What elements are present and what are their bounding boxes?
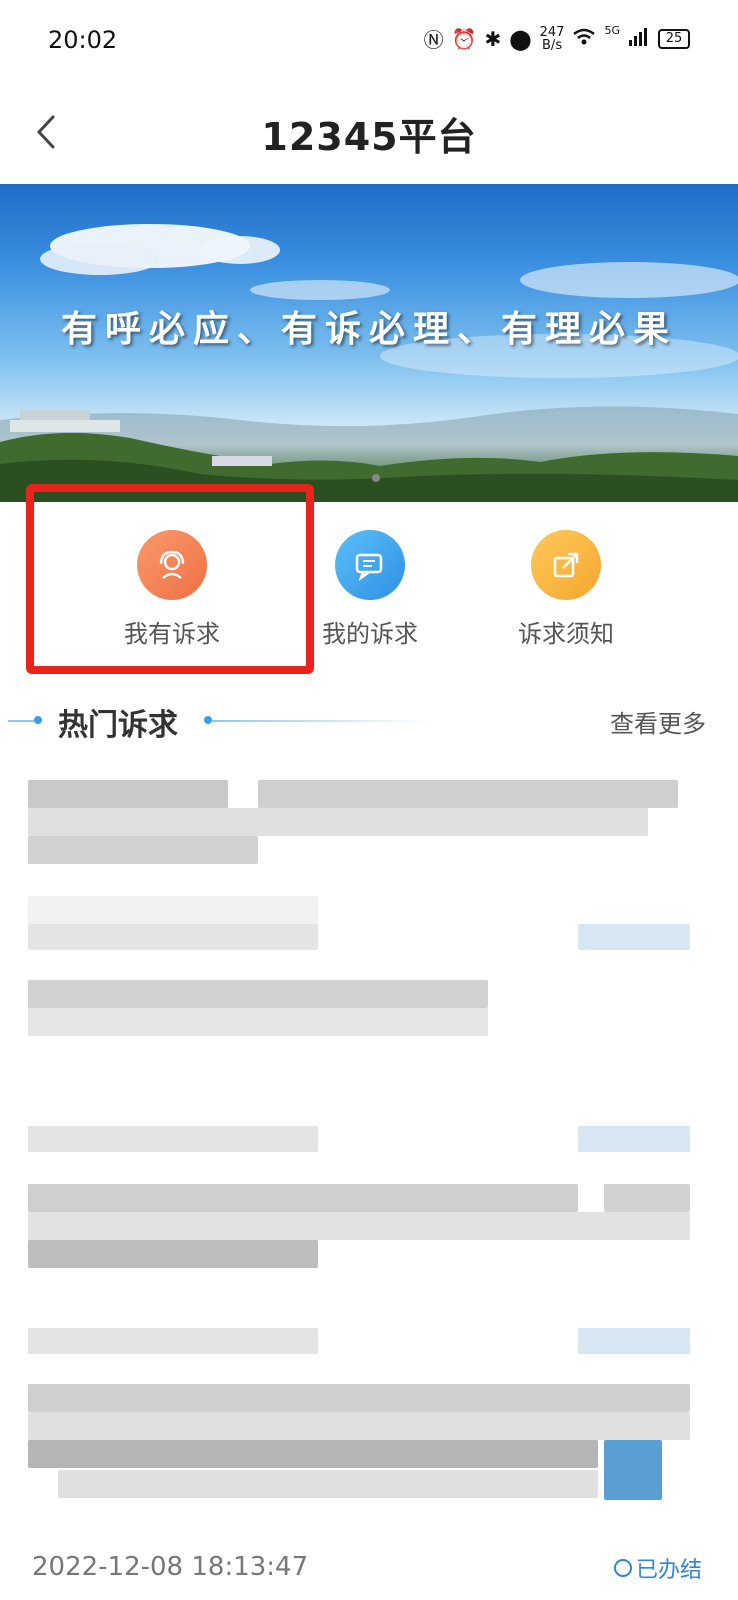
location-icon: ⬤ — [509, 26, 532, 51]
nfc-icon: Ⓝ — [423, 28, 444, 52]
bluetooth-icon: ✱ — [484, 26, 502, 51]
hot-requests-header: 热门诉求 查看更多 — [0, 692, 738, 748]
wifi-icon — [572, 27, 596, 51]
network-type: 5G — [604, 24, 620, 37]
view-more-link[interactable]: 查看更多 — [610, 704, 706, 739]
status-badge: 已办结 — [613, 1552, 702, 1584]
check-circle-icon — [613, 1559, 632, 1577]
carousel-indicator — [372, 474, 380, 482]
section-title: 热门诉求 — [58, 708, 178, 743]
banner-slogan: 有呼必应、有诉必理、有理必果 — [60, 309, 677, 350]
alarm-icon: ⏰ — [451, 26, 477, 51]
quick-action-notice[interactable]: 诉求须知 — [466, 530, 666, 649]
quick-action-label: 诉求须知 — [518, 620, 614, 648]
status-text: 已办结 — [635, 1558, 702, 1583]
external-link-icon — [531, 530, 601, 600]
divider-dot — [34, 716, 42, 724]
hot-requests-list — [0, 760, 738, 1560]
signal-icon — [628, 27, 650, 51]
chat-bubble-icon — [335, 530, 405, 600]
net-speed: 247 B/s — [540, 26, 565, 52]
page-title: 12345平台 — [261, 115, 477, 159]
annotation-highlight-box — [26, 484, 314, 674]
banner-image[interactable]: 有呼必应、有诉必理、有理必果 — [0, 184, 738, 502]
status-time: 20:02 — [48, 26, 118, 54]
divider-dot — [204, 716, 212, 724]
battery-icon: 25 — [658, 28, 690, 49]
status-bar: 20:02 Ⓝ ⏰ ✱ ⬤ 247 B/s 5G 25 — [0, 0, 738, 84]
divider — [212, 720, 432, 722]
request-date: 2022-12-08 18:13:47 — [32, 1552, 309, 1582]
net-speed-unit: B/s — [542, 37, 563, 53]
net-speed-value: 247 — [539, 24, 565, 40]
status-icons: Ⓝ ⏰ ✱ ⬤ 247 B/s 5G 25 — [424, 24, 690, 53]
app-header: 12345平台 — [0, 84, 738, 182]
